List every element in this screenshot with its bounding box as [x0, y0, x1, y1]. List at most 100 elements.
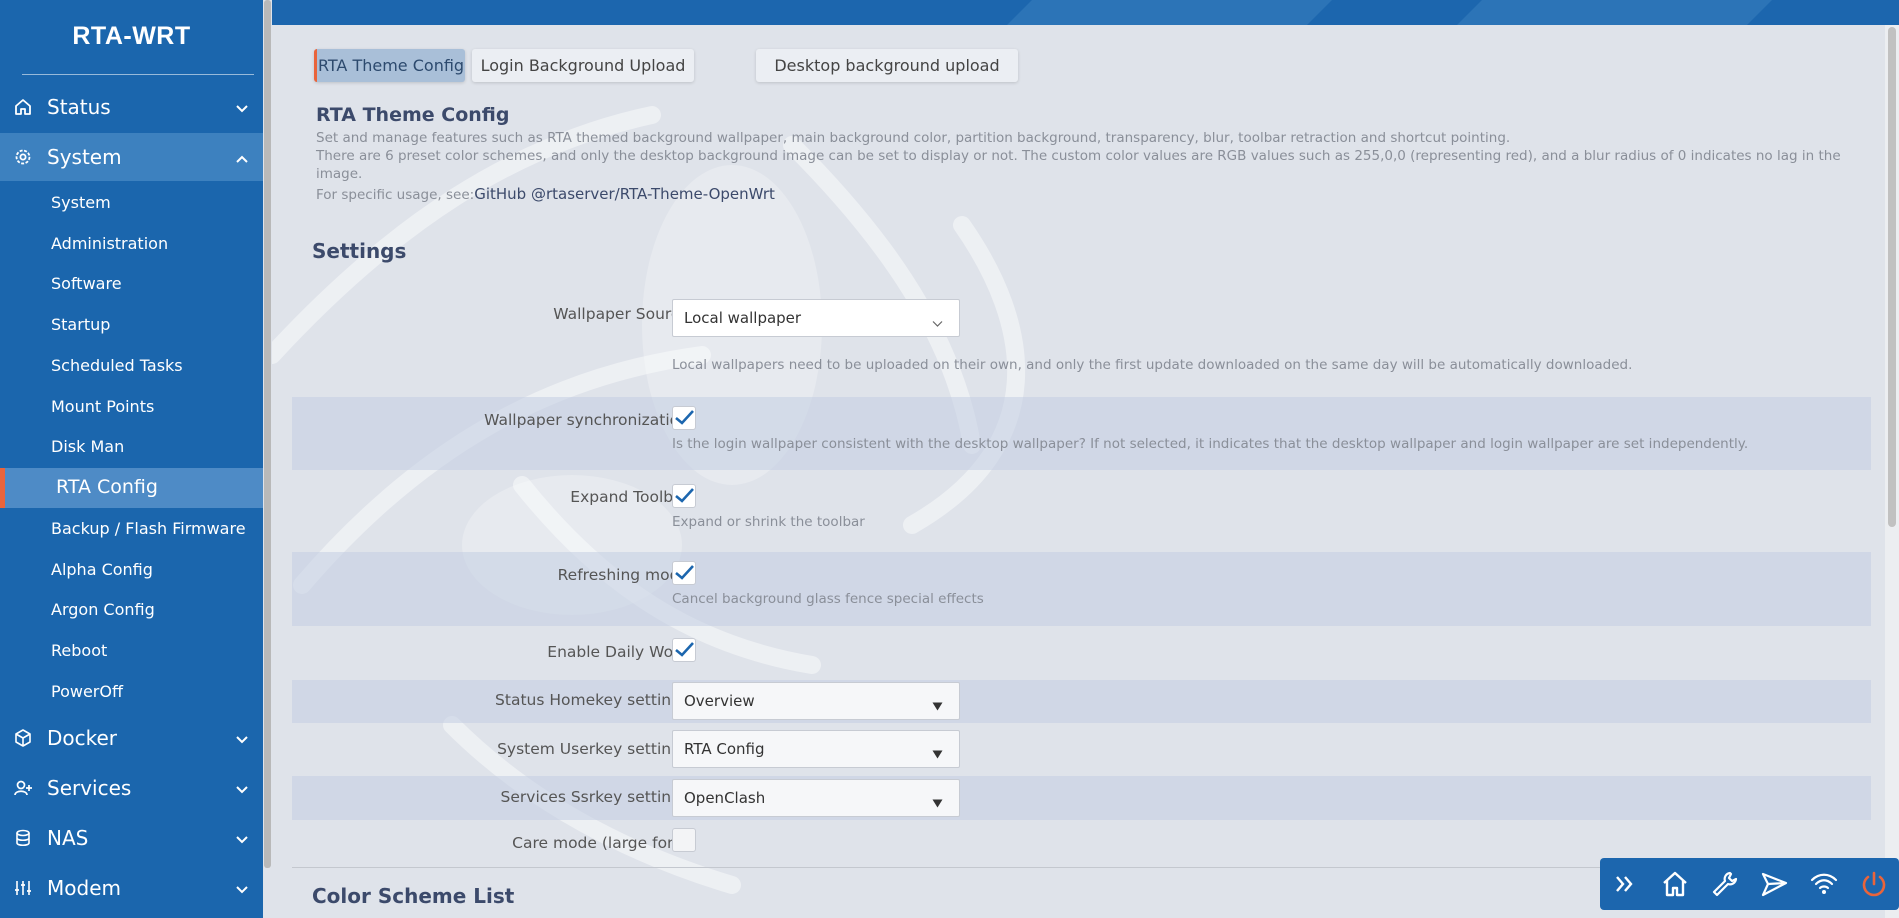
tab-desktop-background-upload[interactable]: Desktop background upload	[756, 49, 1018, 82]
sidebar-item-scheduled-tasks[interactable]: Scheduled Tasks	[51, 356, 183, 375]
description-line-1: Set and manage features such as RTA them…	[316, 130, 1511, 146]
wifi-button[interactable]	[1799, 858, 1849, 910]
row-wallpaper-sync-bg	[292, 397, 1871, 470]
brand-divider	[22, 74, 254, 75]
system-userkey-label: System Userkey settings	[497, 740, 689, 758]
menu-system[interactable]: System	[0, 133, 263, 181]
color-scheme-heading: Color Scheme List	[312, 884, 515, 908]
menu-services[interactable]: Services	[0, 764, 263, 812]
main-scrollbar-thumb[interactable]	[1888, 27, 1896, 527]
row-refreshing-mode-bg	[292, 552, 1871, 626]
wrench-icon	[1712, 871, 1737, 897]
triangle-down-icon	[932, 794, 943, 812]
sidebar-item-rta-config[interactable]: RTA Config	[0, 468, 263, 508]
menu-docker[interactable]: Docker	[0, 714, 263, 762]
refreshing-mode-label: Refreshing mode	[557, 566, 689, 584]
database-icon	[12, 827, 34, 849]
sidebar-item-backup-flash[interactable]: Backup / Flash Firmware	[51, 519, 246, 538]
wallpaper-source-value: Local wallpaper	[684, 309, 802, 327]
main-content: RTA Theme Config Login Background Upload…	[272, 0, 1899, 918]
sidebar-item-rta-config-label: RTA Config	[56, 476, 158, 498]
tab-rta-theme-config[interactable]: RTA Theme Config	[314, 49, 465, 82]
home-icon	[12, 96, 34, 118]
menu-docker-label: Docker	[47, 726, 118, 750]
menu-services-label: Services	[47, 776, 132, 800]
github-link[interactable]: GitHub @rtaserver/RTA-Theme-OpenWrt	[474, 185, 775, 203]
sidebar-item-startup[interactable]: Startup	[51, 315, 110, 334]
menu-modem[interactable]: Modem	[0, 864, 263, 912]
checkmark-icon	[675, 410, 694, 425]
sidebar-item-poweroff[interactable]: PowerOff	[51, 682, 123, 701]
sidebar-item-administration[interactable]: Administration	[51, 234, 168, 253]
main-scrollbar[interactable]	[1885, 25, 1899, 918]
status-homekey-value: Overview	[684, 692, 755, 710]
wallpaper-sync-label: Wallpaper synchronization	[484, 411, 689, 429]
sidebar-item-argon-config[interactable]: Argon Config	[51, 600, 155, 619]
description-line-2: There are 6 preset color schemes, and on…	[316, 148, 1841, 182]
status-homekey-select[interactable]: Overview	[672, 682, 960, 720]
brand-logo: RTA-WRT	[72, 22, 191, 50]
wallpaper-source-select[interactable]: Local wallpaper	[672, 299, 960, 337]
shortcut-toolbar	[1600, 858, 1899, 910]
settings-button[interactable]	[1700, 858, 1750, 910]
usage-prefix: For specific usage, see:	[316, 187, 475, 203]
refreshing-mode-help: Cancel background glass fence special ef…	[672, 591, 984, 607]
chevron-down-icon	[932, 314, 943, 332]
sidebar-item-disk-man[interactable]: Disk Man	[51, 437, 124, 456]
chevron-up-icon	[235, 147, 249, 171]
header-stripes	[1007, 0, 1772, 25]
checkmark-icon	[675, 565, 694, 580]
cube-icon	[12, 727, 34, 749]
menu-system-label: System	[47, 145, 122, 169]
menu-status[interactable]: Status	[0, 83, 263, 131]
sidebar-item-alpha-config[interactable]: Alpha Config	[51, 560, 153, 579]
care-mode-checkbox[interactable]	[672, 828, 696, 852]
home-icon	[1662, 871, 1687, 897]
power-button[interactable]	[1849, 858, 1899, 910]
page-title: RTA Theme Config	[316, 104, 510, 126]
power-icon	[1862, 871, 1886, 897]
user-plus-icon	[12, 777, 34, 799]
sidebar-item-system[interactable]: System	[51, 193, 111, 212]
gear-icon	[12, 146, 34, 168]
care-mode-label: Care mode (large font)	[512, 834, 689, 852]
menu-modem-label: Modem	[47, 876, 121, 900]
active-indicator	[0, 468, 5, 508]
sidebar-item-software[interactable]: Software	[51, 274, 122, 293]
checkmark-icon	[675, 642, 694, 657]
sliders-icon	[12, 877, 34, 899]
tab-login-background-upload[interactable]: Login Background Upload	[472, 49, 694, 82]
system-userkey-value: RTA Config	[684, 740, 765, 758]
chevron-down-icon	[235, 728, 249, 752]
sidebar-item-mount-points[interactable]: Mount Points	[51, 397, 154, 416]
sidebar-item-reboot[interactable]: Reboot	[51, 641, 107, 660]
menu-nas[interactable]: NAS	[0, 814, 263, 862]
menu-nas-label: NAS	[47, 826, 89, 850]
sidebar-scrollbar-thumb[interactable]	[264, 0, 271, 868]
expand-toolbar-help: Expand or shrink the toolbar	[672, 514, 865, 530]
wifi-icon	[1811, 873, 1838, 894]
daily-word-checkbox[interactable]	[672, 638, 696, 662]
wallpaper-sync-checkbox[interactable]	[672, 406, 696, 430]
expand-toolbar-checkbox[interactable]	[672, 484, 696, 508]
expand-button[interactable]	[1600, 858, 1650, 910]
services-ssrkey-select[interactable]: OpenClash	[672, 779, 960, 817]
send-icon	[1762, 872, 1788, 897]
system-userkey-select[interactable]: RTA Config	[672, 730, 960, 768]
double-chevron-right-icon	[1615, 876, 1633, 892]
wallpaper-source-label: Wallpaper Source	[553, 305, 689, 323]
chevron-down-icon	[235, 828, 249, 852]
settings-heading: Settings	[312, 239, 407, 263]
sidebar-scrollbar[interactable]	[263, 0, 272, 918]
home-button[interactable]	[1650, 858, 1700, 910]
status-homekey-label: Status Homekey settings	[495, 691, 689, 709]
triangle-down-icon	[932, 745, 943, 763]
chevron-down-icon	[235, 97, 249, 121]
sidebar: RTA-WRT Status System System Administrat…	[0, 0, 263, 918]
send-button[interactable]	[1749, 858, 1799, 910]
refreshing-mode-checkbox[interactable]	[672, 561, 696, 585]
chevron-down-icon	[235, 878, 249, 902]
checkmark-icon	[675, 488, 694, 503]
triangle-down-icon	[932, 697, 943, 715]
services-ssrkey-value: OpenClash	[684, 789, 766, 807]
